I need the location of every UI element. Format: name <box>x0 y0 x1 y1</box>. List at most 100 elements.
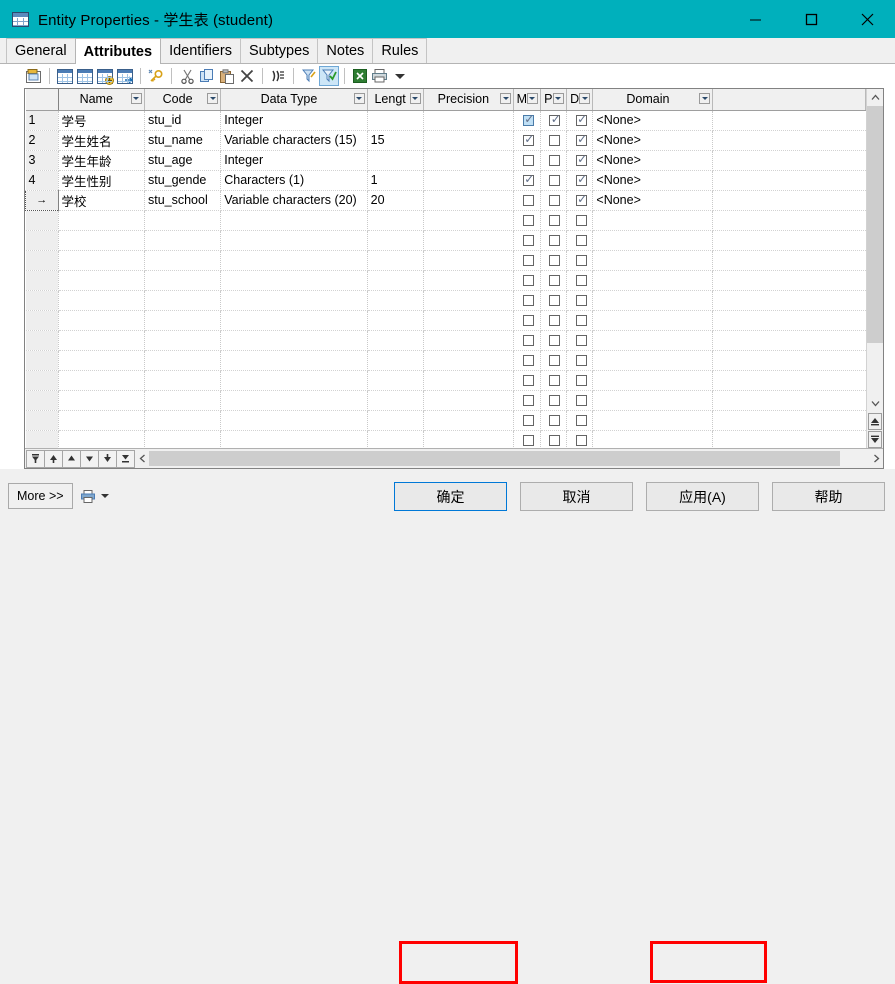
properties-icon[interactable] <box>24 66 44 86</box>
cell-m[interactable] <box>513 350 541 371</box>
print-icon[interactable] <box>80 489 95 503</box>
cell-d[interactable] <box>566 390 594 411</box>
cell-datatype[interactable] <box>220 390 368 411</box>
row-header[interactable] <box>25 330 59 351</box>
cell-domain[interactable] <box>592 230 714 251</box>
paste-icon[interactable] <box>217 66 237 86</box>
cell-p[interactable] <box>540 310 567 331</box>
add-list-icon[interactable] <box>95 66 115 86</box>
add-row-bottom-button[interactable] <box>116 449 135 468</box>
cell-length[interactable]: 15 <box>367 130 424 151</box>
scroll-to-top-button[interactable] <box>868 413 882 431</box>
cell-length[interactable] <box>367 430 424 449</box>
cell-name[interactable] <box>58 350 145 371</box>
cell-p[interactable] <box>540 270 567 291</box>
table-row[interactable]: 1学号stu_idInteger <None> <box>25 110 866 131</box>
cell-datatype[interactable]: Variable characters (15) <box>220 130 368 151</box>
cell-spare[interactable] <box>712 250 866 271</box>
scroll-track[interactable] <box>867 106 883 396</box>
cell-m[interactable] <box>513 310 541 331</box>
checkbox[interactable] <box>575 315 587 327</box>
checkbox[interactable] <box>575 193 588 207</box>
cell-m[interactable] <box>513 250 541 271</box>
scroll-down-button[interactable] <box>867 395 883 413</box>
cell-name[interactable] <box>58 270 145 291</box>
row-header[interactable] <box>25 350 59 371</box>
cell-datatype[interactable] <box>220 290 368 311</box>
cell-datatype[interactable] <box>220 410 368 431</box>
cell-name[interactable] <box>58 390 145 411</box>
row-header[interactable]: 4 <box>25 170 59 191</box>
checkbox[interactable] <box>522 315 534 327</box>
cell-code[interactable]: stu_age <box>144 150 222 171</box>
cell-d[interactable] <box>566 270 594 291</box>
cell-datatype[interactable] <box>220 330 368 351</box>
replace-icon[interactable] <box>115 66 135 86</box>
cell-m[interactable] <box>513 210 541 231</box>
cell-datatype[interactable] <box>220 270 368 291</box>
cell-precision[interactable] <box>423 150 515 171</box>
checkbox[interactable] <box>522 195 534 207</box>
cell-m[interactable] <box>513 230 541 251</box>
cell-name[interactable] <box>58 310 145 331</box>
cell-precision[interactable] <box>423 430 515 449</box>
cell-domain[interactable] <box>592 330 714 351</box>
cell-length[interactable] <box>367 290 424 311</box>
excel-export-icon[interactable] <box>350 66 370 86</box>
column-header-m[interactable]: M <box>513 89 541 111</box>
row-header[interactable] <box>25 210 59 231</box>
table-row[interactable] <box>25 290 866 311</box>
tab-attributes[interactable]: Attributes <box>74 38 162 64</box>
delete-icon[interactable] <box>237 66 257 86</box>
row-header[interactable] <box>25 410 59 431</box>
row-header[interactable] <box>25 310 59 331</box>
cell-precision[interactable] <box>423 130 515 151</box>
cell-datatype[interactable] <box>220 250 368 271</box>
cell-domain[interactable] <box>592 310 714 331</box>
cancel-button[interactable]: 取消 <box>520 482 633 511</box>
checkbox[interactable] <box>522 113 535 127</box>
table-row[interactable] <box>25 310 866 331</box>
column-filter-dropdown-icon[interactable] <box>526 93 538 104</box>
cell-d[interactable] <box>566 290 594 311</box>
cell-code[interactable] <box>144 410 222 431</box>
cell-precision[interactable] <box>423 410 515 431</box>
cell-code[interactable] <box>144 270 222 291</box>
cell-spare[interactable] <box>712 110 866 131</box>
column-header-num[interactable] <box>25 89 59 111</box>
cell-datatype[interactable]: Variable characters (20) <box>220 190 368 211</box>
cell-m[interactable] <box>513 290 541 311</box>
cell-name[interactable] <box>58 370 145 391</box>
cell-p[interactable] <box>540 110 567 131</box>
cell-domain[interactable] <box>592 430 714 449</box>
insert-row-top-button[interactable] <box>26 449 45 468</box>
cell-spare[interactable] <box>712 290 866 311</box>
cell-length[interactable] <box>367 230 424 251</box>
checkbox[interactable] <box>575 355 587 367</box>
checkbox[interactable] <box>522 295 534 307</box>
row-header[interactable]: 2 <box>25 130 59 151</box>
hscroll-track[interactable] <box>149 451 869 467</box>
apply-filter-icon[interactable] <box>319 66 339 86</box>
column-filter-dropdown-icon[interactable] <box>579 93 591 104</box>
cell-d[interactable] <box>566 370 594 391</box>
checkbox[interactable] <box>522 435 534 447</box>
checkbox[interactable] <box>549 375 561 387</box>
cell-p[interactable] <box>540 370 567 391</box>
checkbox[interactable] <box>522 395 534 407</box>
checkbox[interactable] <box>575 153 588 167</box>
cell-p[interactable] <box>540 290 567 311</box>
cell-code[interactable] <box>144 250 222 271</box>
cell-domain[interactable]: <None> <box>592 130 714 151</box>
cell-domain[interactable] <box>592 290 714 311</box>
cell-d[interactable] <box>566 150 594 171</box>
cell-code[interactable] <box>144 290 222 311</box>
cell-precision[interactable] <box>423 230 515 251</box>
column-filter-dropdown-icon[interactable] <box>552 93 564 104</box>
printer-icon[interactable] <box>370 66 390 86</box>
cell-name[interactable]: 学生姓名 <box>58 130 145 151</box>
help-button[interactable]: 帮助 <box>772 482 885 511</box>
table-row[interactable] <box>25 350 866 371</box>
cell-m[interactable] <box>513 330 541 351</box>
cell-length[interactable] <box>367 390 424 411</box>
